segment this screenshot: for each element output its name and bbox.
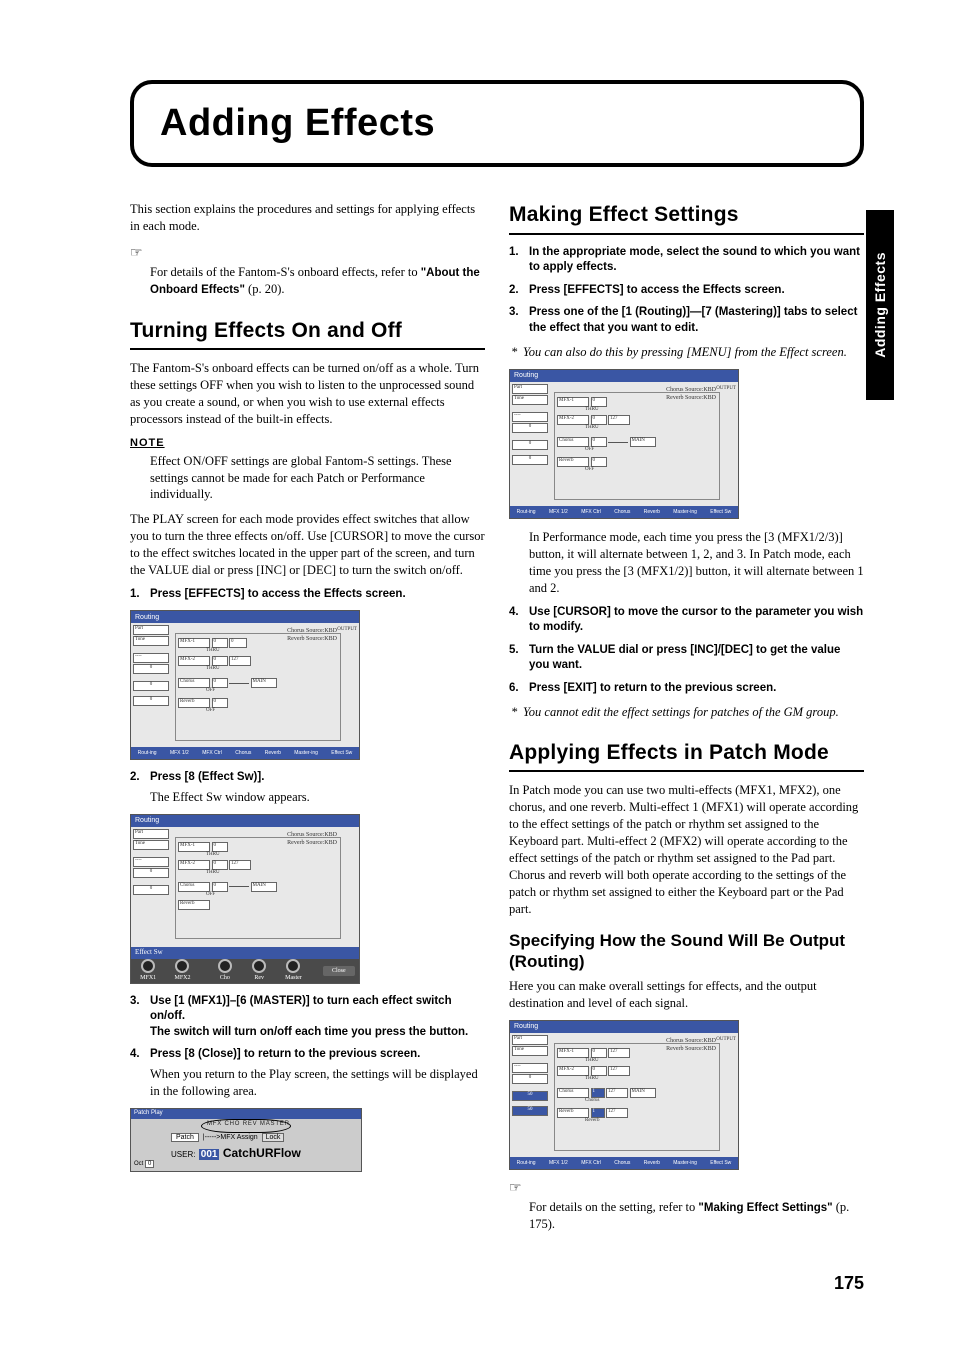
right-after-img: In Performance mode, each time you press… [509,529,864,597]
left-step-3a: Use [1 (MFX1)]–[6 (MASTER)] to turn each… [150,995,452,1023]
ref1-a: For details of the Fantom-S's onboard ef… [150,265,421,279]
reference-icon-2 [509,1181,524,1195]
ref1: For details of the Fantom-S's onboard ef… [130,264,485,299]
left-step-4-text: Press [8 (Close)] to return to the previ… [150,1048,420,1060]
sub1-p1: Here you can make overall settings for e… [509,978,864,1012]
note-icon: NOTE [130,436,485,451]
left-step-2: 2.Press [8 (Effect Sw)]. The Effect Sw w… [130,770,485,805]
right-step-3-star: You can also do this by pressing [MENU] … [509,344,864,361]
screenshot-patch-play: Patch Play MFX CHO REV MASTER Patch |---… [130,1108,362,1172]
ref1-c: (p. 20). [245,282,285,296]
left-step-3: 3. Use [1 (MFX1)]–[6 (MASTER)] to turn e… [130,994,485,1041]
page-title-banner: Adding Effects [130,80,864,167]
left-step-2-text: Press [8 (Effect Sw)]. [150,771,264,783]
right-step-5: 5.Turn the VALUE dial or press [INC]/[DE… [509,643,864,674]
screenshot-routing-bottom: Routing Part Tone ---- 0 50 50 Chor [509,1020,739,1170]
screenshot-routing-right: Routing Part Tone ---- 0 0 0 Chorus [509,369,739,519]
right-column: Making Effect Settings 1.In the appropri… [509,201,864,1241]
left-step-1: 1.Press [EFFECTS] to access the Effects … [130,587,485,603]
right-step-3: 3.Press one of the [1 (Routing)]—[7 (Mas… [509,305,864,336]
sec1-note: Effect ON/OFF settings are global Fantom… [130,453,485,504]
left-step-3b: The switch will turn on/off each time yo… [150,1026,468,1038]
left-step-4: 4.Press [8 (Close)] to return to the pre… [130,1047,485,1099]
section-turning-effects: Turning Effects On and Off [130,317,485,350]
left-step-1-text: Press [EFFECTS] to access the Effects sc… [150,588,406,600]
side-tab-label: Adding Effects [871,252,890,358]
subsection-routing: Specifying How the Sound Will Be Output … [509,931,864,972]
intro-text: This section explains the procedures and… [130,201,485,235]
sec3-p1: In Patch mode you can use two multi-effe… [509,782,864,917]
page-number: 175 [130,1271,864,1295]
left-step-4-body: When you return to the Play screen, the … [150,1066,485,1100]
section-applying-patch: Applying Effects in Patch Mode [509,739,864,772]
page-title: Adding Effects [160,98,834,149]
side-tab: Adding Effects [866,210,894,400]
right-step-4: 4.Use [CURSOR] to move the cursor to the… [509,605,864,636]
left-column: This section explains the procedures and… [130,201,485,1241]
screenshot-routing-1: Routing Part Tone ---- 0 0 0 Chorus [130,610,360,760]
screenshot-effect-sw: Routing Part Tone ---- 0 0 Chorus Source… [130,814,360,984]
scr-header: Routing [131,611,359,623]
sec1-p1: The Fantom-S's onboard effects can be tu… [130,360,485,428]
right-step-1: 1.In the appropriate mode, select the so… [509,245,864,276]
section-making-settings: Making Effect Settings [509,201,864,234]
sec1-p2: The PLAY screen for each mode provides e… [130,511,485,579]
left-step-2-body: The Effect Sw window appears. [150,789,485,806]
right-step-6-star: You cannot edit the effect settings for … [509,704,864,721]
right-step-6: 6.Press [EXIT] to return to the previous… [509,681,864,697]
reference-icon [130,246,145,260]
ref2: For details on the setting, refer to "Ma… [509,1199,864,1233]
right-step-2: 2.Press [EFFECTS] to access the Effects … [509,283,864,299]
